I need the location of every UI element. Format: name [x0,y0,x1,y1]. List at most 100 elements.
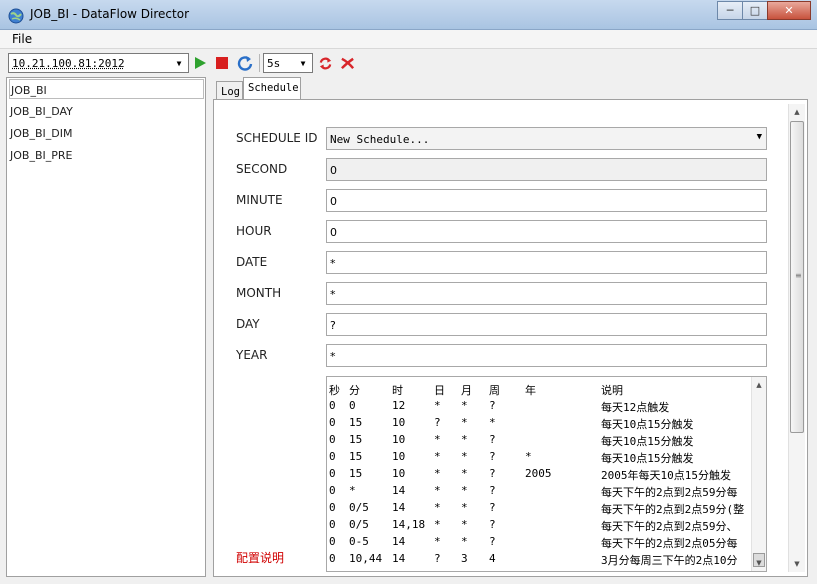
job-item[interactable]: JOB_BI_PRE [9,145,204,165]
table-cell: 10,44 [349,552,383,565]
menu-bar: File [0,30,817,49]
table-cell: 2005 [525,467,552,480]
interval-select[interactable]: 5s ▼ [263,53,313,73]
table-cell: * [434,399,441,412]
table-row: 0 0/5 14 * *? 每天下午的2点到2点59分(整 [327,499,753,516]
table-cell: 14 [392,484,406,497]
grip-icon: ≡ [795,271,802,280]
date-label: DATE [236,255,268,269]
table-row: 0 15 10 * *? * 每天10点15分触发 [327,448,753,465]
scroll-up-icon[interactable]: ▲ [752,378,766,392]
toolbar: 10.21.100.81:2012 ▼ 5s ▼ [0,50,817,77]
scroll-up-icon[interactable]: ▲ [789,104,805,120]
table-cell: 0 [329,467,336,480]
table-cell: 每天10点15分触发 [601,452,694,465]
table-cell: 14 [392,535,406,548]
table-cell: 每天下午的2点到2点59分、 [601,520,738,533]
cancel-button[interactable] [338,54,356,72]
table-cell: ? [434,552,441,565]
hour-field[interactable]: 0 [326,220,767,243]
year-label: YEAR [236,348,268,362]
job-item[interactable]: JOB_BI_DAY [9,101,204,121]
window-title: JOB_BI - DataFlow Director [30,7,190,21]
header-cell: 日 [434,384,445,397]
header-cell: 说明 [601,384,623,397]
table-row: 0 15 10? * * 每天10点15分触发 [327,414,753,431]
table-cell: 15 [349,450,363,463]
table-row: 0 0/5 14,18 * *? 每天下午的2点到2点59分、 [327,516,753,533]
table-cell: 0 [329,552,336,565]
maximize-button[interactable]: □ [742,1,768,20]
month-field[interactable]: * [326,282,767,305]
table-cell: * [525,450,532,463]
stop-icon [216,57,228,69]
table-cell: 0 [349,399,356,412]
table-cell: ? [489,467,496,480]
table-cell: ? [489,518,496,531]
panel-scrollbar[interactable]: ▲ ≡ ▼ [788,104,805,572]
help-label: 配置说明 [236,551,285,565]
day-field[interactable]: ? [326,313,767,336]
play-button[interactable] [191,54,209,72]
month-label: MONTH [236,286,282,300]
minute-field[interactable]: 0 [326,189,767,212]
schedule-id-value: New Schedule... [330,133,430,146]
header-cell: 时 [392,384,403,397]
scroll-thumb[interactable]: ≡ [790,121,804,433]
sync-button[interactable] [316,54,334,72]
table-scrollbar[interactable]: ▲ ▼ [751,377,766,571]
table-cell: * [434,535,441,548]
scroll-down-icon[interactable]: ▼ [752,556,766,570]
table-cell: * [434,467,441,480]
table-cell: * [461,433,468,446]
scroll-down-icon[interactable]: ▼ [789,556,805,572]
table-cell: * [461,416,468,429]
refresh-button[interactable] [236,54,254,72]
job-item[interactable]: JOB_BI_DIM [9,123,204,143]
table-cell: 0 [329,518,336,531]
date-field[interactable]: * [326,251,767,274]
table-cell: 3 [461,552,468,565]
table-cell: 每天下午的2点到2点05分每 [601,537,738,550]
sync-icon [319,57,331,69]
table-row: 0 0 12 * *? 每天12点触发 [327,397,753,414]
help-table[interactable]: 秒 分 时 日 月 周 年 说明 0 0 12 * *? 每天12点触发 0 15 10? * * 每… [326,376,767,572]
table-cell: 0 [329,484,336,497]
table-cell: 每天下午的2点到2点59分(整 [601,503,745,516]
chevron-down-icon: ▼ [300,58,306,68]
menu-file[interactable]: File [12,32,32,46]
table-cell: 10 [392,450,406,463]
table-cell: * [461,535,468,548]
table-cell: * [489,416,496,429]
job-item[interactable]: JOB_BI [9,79,204,99]
minimize-button[interactable]: ─ [717,1,743,20]
table-cell: 0 [329,433,336,446]
refresh-icon [237,56,253,71]
table-cell: * [434,501,441,514]
table-cell: ? [489,399,496,412]
table-cell: 15 [349,416,363,429]
table-cell: 0 [329,501,336,514]
close-icon [340,57,354,69]
header-cell: 周 [489,384,500,397]
table-cell: ? [434,416,441,429]
table-cell: ? [489,433,496,446]
table-cell: 10 [392,467,406,480]
table-cell: 14 [392,552,406,565]
schedule-id-select[interactable]: New Schedule... ▼ [326,127,767,150]
table-cell: 每天下午的2点到2点59分每 [601,486,738,499]
table-cell: ? [489,484,496,497]
header-cell: 月 [461,384,472,397]
year-field[interactable]: * [326,344,767,367]
table-cell: 2005年每天10点15分触发 [601,469,731,482]
job-list: JOB_BI JOB_BI_DAY JOB_BI_DIM JOB_BI_PRE [6,77,206,577]
stop-button[interactable] [213,54,231,72]
tab-schedule[interactable]: Schedule [243,77,301,101]
table-cell: * [461,399,468,412]
server-select[interactable]: 10.21.100.81:2012 ▼ [8,53,189,73]
second-label: SECOND [236,162,288,176]
toolbar-separator [259,54,260,72]
schedule-id-label: SCHEDULE ID [236,131,318,145]
title-bar: JOB_BI - DataFlow Director ─ □ ✕ [0,0,817,30]
close-window-button[interactable]: ✕ [767,1,811,20]
